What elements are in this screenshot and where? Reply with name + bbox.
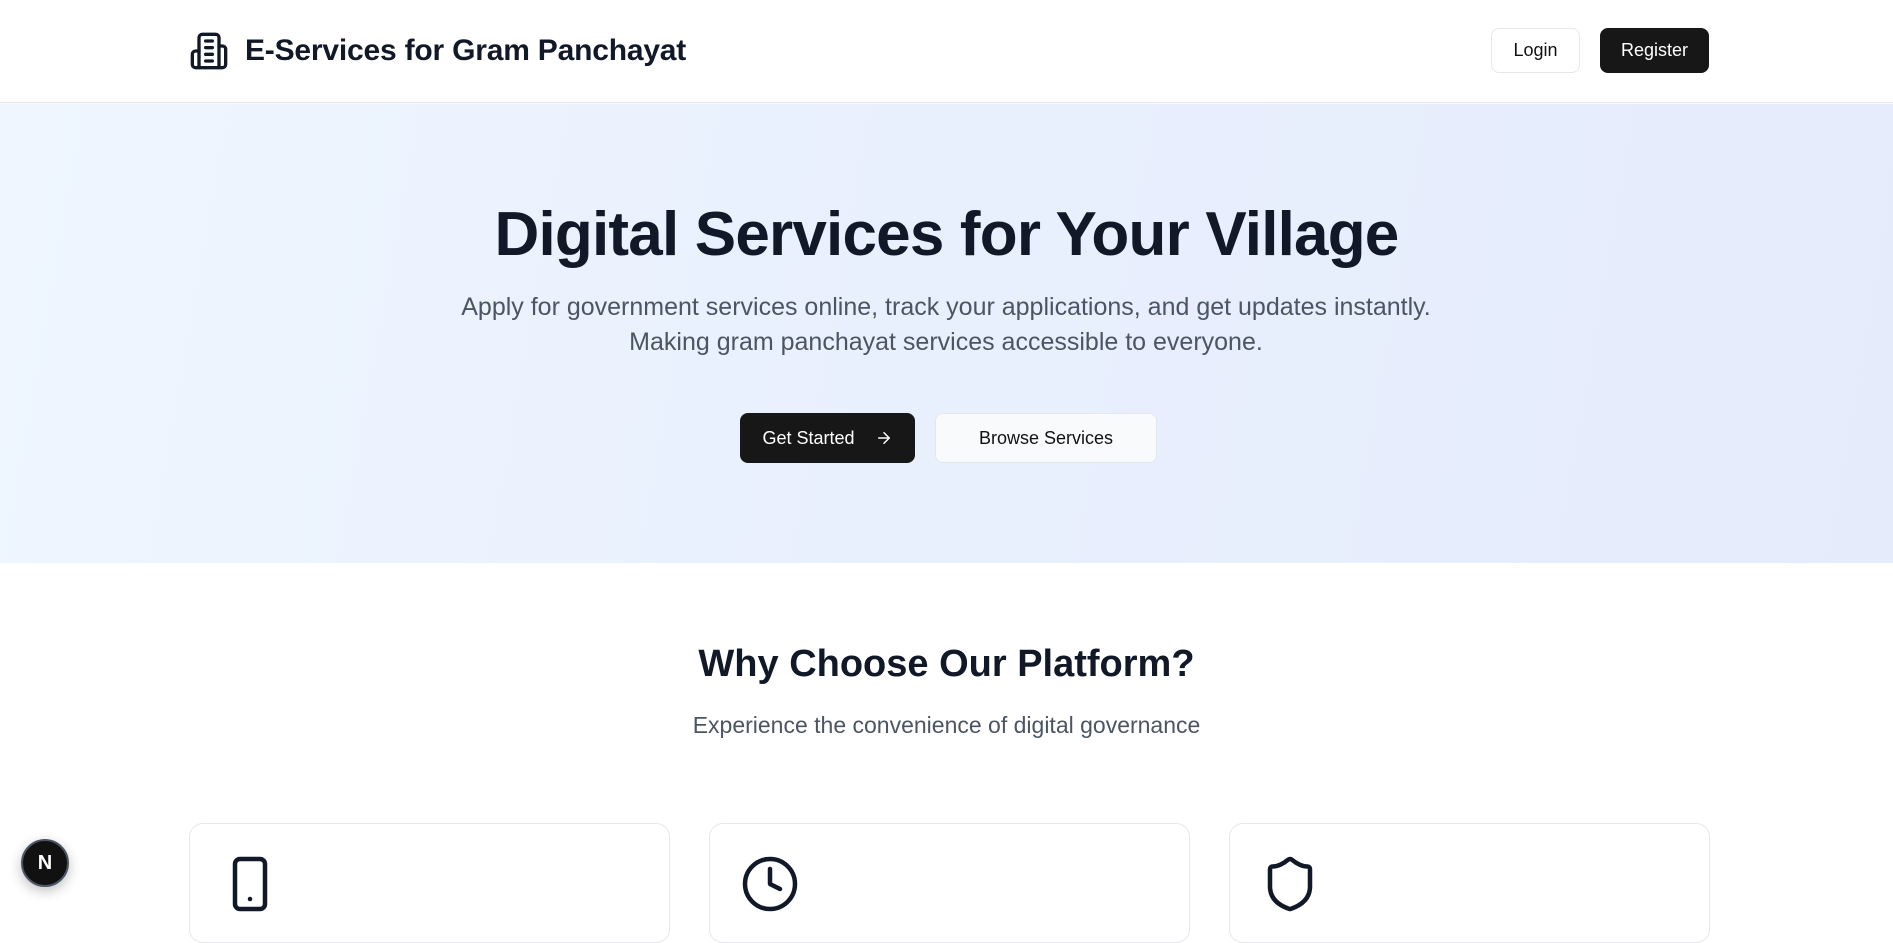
- brand[interactable]: E-Services for Gram Panchayat: [189, 30, 686, 72]
- register-button[interactable]: Register: [1600, 28, 1709, 73]
- clock-icon: [742, 856, 798, 912]
- site-header: E-Services for Gram Panchayat Login Regi…: [0, 0, 1893, 103]
- login-button[interactable]: Login: [1491, 28, 1580, 73]
- hero-title: Digital Services for Your Village: [494, 200, 1400, 269]
- feature-card-time: [709, 823, 1190, 943]
- get-started-button[interactable]: Get Started: [740, 413, 915, 463]
- features-subtitle: Experience the convenience of digital go…: [692, 712, 1201, 738]
- feature-card-secure: [1229, 823, 1710, 943]
- hero-subtitle: Apply for government services online, tr…: [461, 293, 1431, 356]
- building-icon: [190, 32, 228, 70]
- browse-services-button[interactable]: Browse Services: [935, 413, 1157, 463]
- feature-card-mobile: [189, 823, 670, 943]
- nextjs-badge-button[interactable]: N: [21, 839, 69, 887]
- features-title: Why Choose Our Platform?: [698, 643, 1195, 685]
- brand-title: E-Services for Gram Panchayat: [245, 34, 687, 67]
- nextjs-badge-icon: N: [37, 851, 53, 874]
- arrow-right-icon: [877, 432, 890, 444]
- hero-section: Digital Services for Your Village Apply …: [0, 104, 1893, 563]
- get-started-label: Get Started: [762, 427, 855, 448]
- shield-icon: [1267, 856, 1313, 912]
- smartphone-icon: [232, 856, 268, 912]
